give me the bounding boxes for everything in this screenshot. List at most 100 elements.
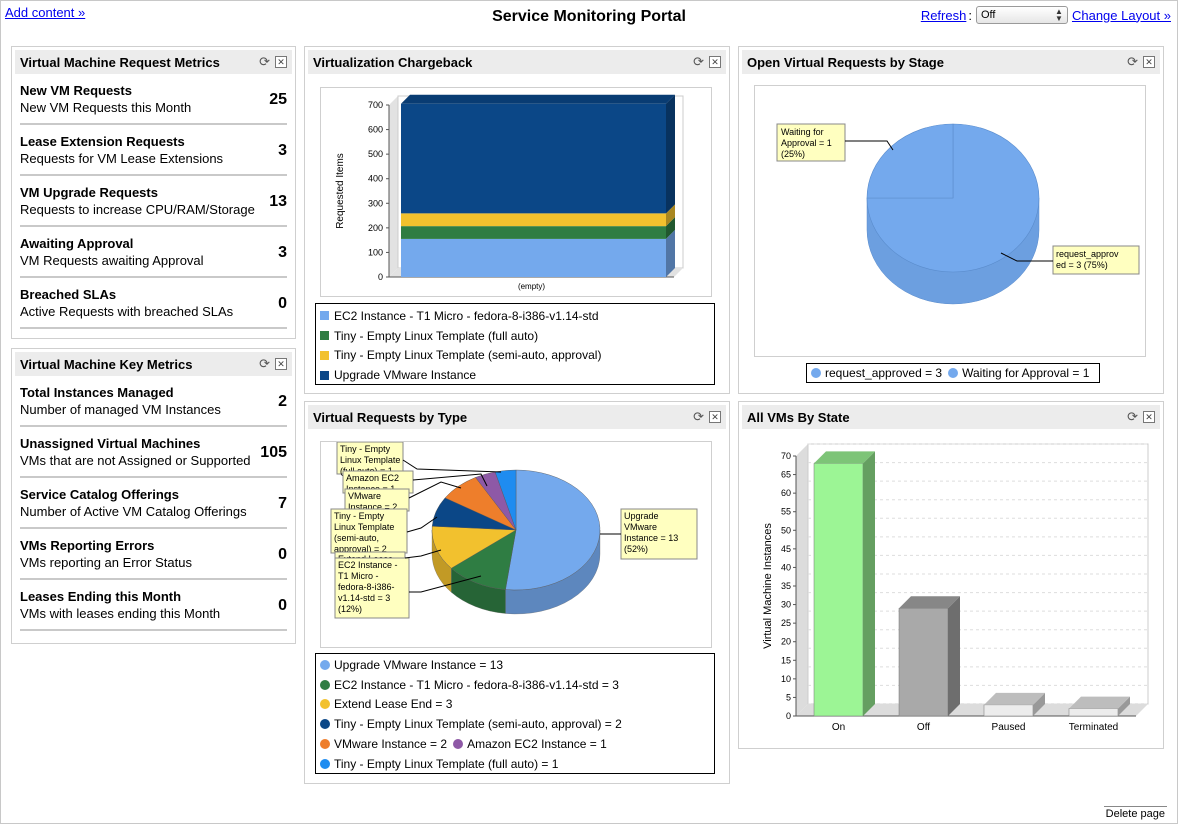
top-bar: Add content » Service Monitoring Portal … bbox=[1, 1, 1177, 35]
by-type-chart: UpgradeVMwareInstance = 13(52%)Tiny - Em… bbox=[330, 441, 698, 619]
legend-row: EC2 Instance - T1 Micro - fedora-8-i386-… bbox=[316, 675, 714, 695]
legend-item: EC2 Instance - T1 Micro - fedora-8-i386-… bbox=[320, 678, 619, 692]
y-tick-label: 25 bbox=[781, 618, 791, 628]
bar-front bbox=[813, 463, 864, 717]
metric-row[interactable]: Unassigned Virtual Machines VMs that are … bbox=[20, 427, 287, 478]
close-icon[interactable]: ✕ bbox=[275, 358, 287, 370]
delete-page-link[interactable]: Delete page bbox=[1103, 806, 1167, 821]
legend-label: Tiny - Empty Linux Template (semi-auto, … bbox=[334, 717, 622, 732]
refresh-icon[interactable]: ⟳ bbox=[259, 55, 270, 68]
chart-frame: request_approv ed = 3 (75%) Waiting for App… bbox=[754, 85, 1146, 357]
panel-header: Open Virtual Requests by Stage ⟳ ✕ bbox=[742, 50, 1160, 74]
by-stage-chart: request_approved = 3 (75%) Waiting forApp… bbox=[776, 123, 1140, 305]
y-tick-label: 35 bbox=[781, 581, 791, 591]
callout-tiny-semi-auto: Tiny - EmptyLinux Template(semi-auto,app… bbox=[330, 508, 408, 554]
by-type-panel: Virtual Requests by Type ⟳ ✕ Upgrade VMwa… bbox=[304, 401, 730, 784]
legend-swatch bbox=[320, 311, 329, 321]
metric-description: VM Requests awaiting Approval bbox=[20, 253, 204, 268]
close-icon[interactable]: ✕ bbox=[709, 411, 721, 423]
y-tick-label: 65 bbox=[781, 470, 791, 480]
metric-row[interactable]: Leases Ending this Month VMs with leases … bbox=[20, 580, 287, 631]
panel-icons: ⟳ ✕ bbox=[1127, 410, 1155, 423]
x-tick-label: (empty) bbox=[518, 282, 545, 291]
legend-swatch bbox=[320, 739, 330, 750]
y-tick-label: 0 bbox=[378, 272, 383, 282]
legend-label: request_approved = 3 bbox=[825, 366, 943, 380]
label-text: Linux Template bbox=[334, 522, 394, 532]
vm-key-metrics-panel: Virtual Machine Key Metrics ⟳ ✕ Total In… bbox=[11, 348, 296, 644]
legend-label: EC2 Instance - T1 Micro - fedora-8-i386-… bbox=[334, 308, 599, 323]
panel-header: All VMs By State ⟳ ✕ bbox=[742, 405, 1160, 429]
metric-row[interactable]: VM Upgrade Requests Requests to increase … bbox=[20, 176, 287, 227]
bar-front bbox=[401, 238, 666, 277]
refresh-icon[interactable]: ⟳ bbox=[1127, 410, 1138, 423]
close-icon[interactable]: ✕ bbox=[1143, 411, 1155, 423]
metric-row[interactable]: Breached SLAs Active Requests with breach… bbox=[20, 278, 287, 329]
label-text: Instance = 13 bbox=[624, 533, 678, 543]
refresh-icon[interactable]: ⟳ bbox=[693, 55, 704, 68]
refresh-icon[interactable]: ⟳ bbox=[693, 410, 704, 423]
label-text: Tiny - Empty bbox=[340, 444, 391, 454]
panel-title: Virtual Requests by Type bbox=[313, 409, 468, 425]
x-tick-label: Off bbox=[917, 722, 930, 733]
bar-front bbox=[898, 608, 949, 717]
y-tick-label: 10 bbox=[781, 674, 791, 684]
metric-name: Breached SLAs bbox=[20, 287, 117, 302]
legend-label: VMware Instance = 2 bbox=[334, 737, 448, 752]
vm-request-metrics-panel: Virtual Machine Request Metrics ⟳ ✕ New … bbox=[11, 46, 296, 339]
label-text: v1.14-std = 3 bbox=[338, 593, 390, 603]
bar-side bbox=[948, 596, 960, 716]
y-tick-label: 60 bbox=[781, 488, 791, 498]
y-tick-label: 30 bbox=[781, 600, 791, 610]
panel-title: All VMs By State bbox=[747, 409, 850, 425]
legend-item: Amazon EC2 Instance = 1 bbox=[453, 737, 607, 751]
legend-row: Extend Lease End = 3 bbox=[316, 695, 714, 715]
slice-label-request-approved: request_approved = 3 (75%) bbox=[1052, 245, 1140, 275]
change-layout-link[interactable]: Change Layout » bbox=[1072, 8, 1171, 23]
chargeback-chart: 0 100 200 300 400 500 600 700 Requested Items (em… bbox=[335, 94, 684, 291]
metric-row[interactable]: Total Instances Managed Number of managed… bbox=[20, 376, 287, 427]
bar bbox=[983, 692, 1045, 717]
panel-header: Virtual Requests by Type ⟳ ✕ bbox=[308, 405, 726, 429]
refresh-icon[interactable]: ⟳ bbox=[259, 357, 270, 370]
bar-front bbox=[401, 213, 666, 227]
metric-row[interactable]: New VM Requests New VM Requests this Mont… bbox=[20, 74, 287, 125]
metric-name: New VM Requests bbox=[20, 83, 132, 98]
legend-swatch bbox=[948, 368, 959, 378]
slice-label-waiting: Waiting forApproval = 1(25%) bbox=[776, 123, 846, 162]
metric-row[interactable]: Awaiting Approval VM Requests awaiting Ap… bbox=[20, 227, 287, 278]
pie-slice bbox=[866, 123, 954, 199]
metric-description: Requests to increase CPU/RAM/Storage bbox=[20, 202, 255, 217]
legend-item: EC2 Instance - T1 Micro - fedora-8-i386-… bbox=[316, 306, 714, 326]
bar-front bbox=[1068, 708, 1119, 717]
x-tick-label: Terminated bbox=[1069, 722, 1118, 733]
metric-row[interactable]: VMs Reporting Errors VMs reporting an Err… bbox=[20, 529, 287, 580]
legend-label: Tiny - Empty Linux Template (full auto) … bbox=[334, 756, 559, 771]
callout-ec2: EC2 Instance -T1 Micro -fedora-8-i386-v1… bbox=[334, 557, 410, 619]
bar bbox=[1068, 696, 1130, 717]
refresh-select[interactable]: Off ▲ ▼ bbox=[975, 6, 1068, 24]
refresh-link[interactable]: Refresh bbox=[921, 8, 967, 23]
legend-swatch bbox=[320, 679, 330, 690]
refresh-icon[interactable]: ⟳ bbox=[1127, 55, 1138, 68]
metric-name: Awaiting Approval bbox=[20, 236, 134, 251]
metric-value: 0 bbox=[278, 295, 287, 312]
label-text: Tiny - Empty bbox=[334, 511, 385, 521]
metric-value: 3 bbox=[278, 244, 287, 261]
y-tick-label: 700 bbox=[368, 100, 383, 110]
close-icon[interactable]: ✕ bbox=[709, 56, 721, 68]
metric-description: VMs that are not Assigned or Supported bbox=[20, 453, 251, 468]
close-icon[interactable]: ✕ bbox=[1143, 56, 1155, 68]
metric-row[interactable]: Lease Extension Requests Requests for VM … bbox=[20, 125, 287, 176]
label-text: (semi-auto, bbox=[334, 533, 379, 543]
legend-item: Waiting for Approval = 1 bbox=[948, 366, 1089, 380]
metric-row[interactable]: Service Catalog Offerings Number of Activ… bbox=[20, 478, 287, 529]
legend-label: Waiting for Approval = 1 bbox=[962, 366, 1090, 380]
chart-side-wall bbox=[796, 444, 808, 716]
close-icon[interactable]: ✕ bbox=[275, 56, 287, 68]
y-axis-label: Requested Items bbox=[335, 153, 346, 229]
legend-label: Amazon EC2 Instance = 1 bbox=[467, 737, 607, 752]
y-axis-label: Virtual Machine Instances bbox=[762, 523, 774, 649]
y-tick-label: 70 bbox=[781, 451, 791, 461]
panel-icons: ⟳ ✕ bbox=[693, 410, 721, 423]
